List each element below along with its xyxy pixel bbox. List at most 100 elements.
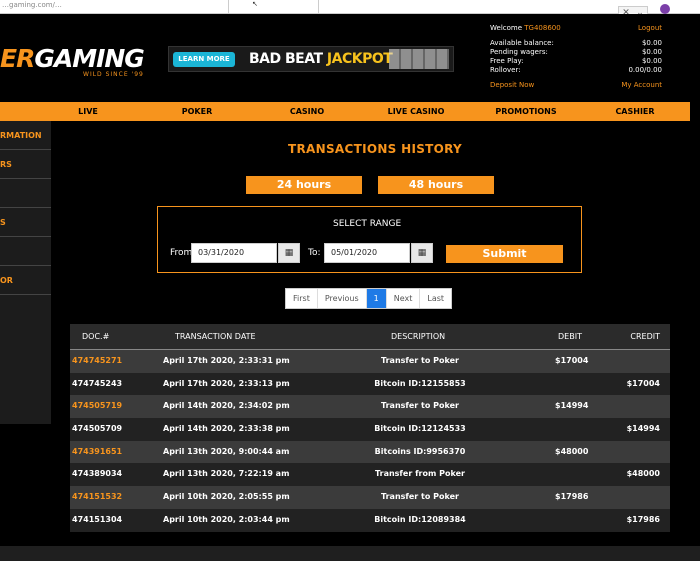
credit-amount: $48000 (626, 469, 660, 479)
doc-number-link[interactable]: 474391651 (72, 441, 122, 464)
debit-amount: $48000 (555, 446, 589, 456)
nav-cashier[interactable]: CASHIER (610, 102, 660, 121)
submit-button[interactable]: Submit (446, 245, 563, 263)
debit-amount: $17986 (555, 492, 589, 502)
bad-beat-jackpot-text: BAD BEAT JACKPOT (249, 51, 393, 67)
site-header: ERGAMING WILD SINCE '99 LEARN MORE BAD B… (0, 14, 700, 102)
transaction-description: Bitcoin ID:12089384 (374, 514, 466, 524)
table-header: DOC.# TRANSACTION DATE DESCRIPTION DEBIT… (70, 324, 670, 350)
table-row: 474505719 April 14th 2020, 2:34:02 pm Tr… (70, 395, 670, 419)
sidebar-item-5[interactable] (0, 237, 51, 266)
freeplay-value: $0.00 (641, 57, 662, 65)
logo-wordmark: ERGAMING (0, 44, 145, 73)
transaction-date: April 13th 2020, 9:00:44 am (163, 446, 290, 456)
credit-amount: $17986 (626, 514, 660, 524)
transaction-date: April 10th 2020, 2:05:55 pm (163, 492, 290, 502)
doc-number: 474745243 (72, 378, 123, 388)
nav-live-betting[interactable]: LIVE BETTING (58, 102, 118, 140)
sidebar-item-3[interactable] (0, 179, 51, 208)
sidebar-item-4[interactable]: S (0, 208, 51, 237)
transaction-date: April 17th 2020, 2:33:31 pm (163, 356, 290, 365)
from-calendar-icon[interactable]: ▦ (278, 243, 300, 263)
to-calendar-icon[interactable]: ▦ (411, 243, 433, 263)
balance-value: $0.00 (641, 39, 662, 47)
username: TG408600 (524, 24, 561, 32)
page-title: TRANSACTIONS HISTORY (288, 142, 463, 156)
pagination: First Previous 1 Next Last (285, 288, 453, 309)
doc-number: 474505709 (72, 424, 123, 434)
table-row: 474745243 April 17th 2020, 2:33:13 pm Bi… (70, 372, 670, 396)
credit-amount: $17004 (626, 378, 660, 388)
pending-label: Pending wagers: (490, 48, 548, 56)
pending-value: $0.00 (641, 48, 662, 56)
doc-number-link[interactable]: 474745271 (72, 350, 122, 373)
transaction-date: April 14th 2020, 2:34:02 pm (163, 401, 290, 411)
rollover-value: 0.00/0.00 (628, 66, 662, 74)
account-summary: Welcome TG408600 Logout Available balanc… (490, 24, 662, 90)
debit-amount: $17004 (555, 356, 589, 365)
nav-poker[interactable]: POKER (172, 102, 222, 121)
tab-divider (228, 0, 229, 14)
doc-number-link[interactable]: 474505719 (72, 395, 122, 418)
page-previous-button[interactable]: Previous (318, 289, 367, 308)
nav-casino[interactable]: CASINO (280, 102, 334, 121)
column-credit: CREDIT (630, 332, 660, 341)
to-date-input[interactable]: 05/01/2020 (324, 243, 410, 263)
transaction-date: April 17th 2020, 2:33:13 pm (163, 378, 290, 388)
range-24-hours-button[interactable]: 24 hours (246, 176, 362, 194)
transactions-table: DOC.# TRANSACTION DATE DESCRIPTION DEBIT… (70, 324, 670, 532)
from-date-input[interactable]: 03/31/2020 (191, 243, 277, 263)
playing-cards-icon (389, 49, 449, 69)
profile-avatar-icon[interactable] (660, 4, 670, 14)
transaction-description: Transfer to Poker (381, 492, 459, 502)
table-row: 474151532 April 10th 2020, 2:05:55 pm Tr… (70, 486, 670, 509)
range-48-hours-button[interactable]: 48 hours (378, 176, 494, 194)
deposit-now-link[interactable]: Deposit Now (490, 81, 534, 90)
column-debit: DEBIT (558, 332, 582, 341)
rollover-label: Rollover: (490, 66, 521, 74)
learn-more-button[interactable]: LEARN MORE (173, 52, 235, 67)
transaction-date: April 14th 2020, 2:33:38 pm (163, 424, 290, 434)
jackpot-banner[interactable]: LEARN MORE BAD BEAT JACKPOT (168, 46, 454, 72)
transaction-date: April 13th 2020, 7:22:19 am (163, 469, 290, 479)
transaction-description: Bitcoin ID:12155853 (374, 378, 466, 388)
page-first-button[interactable]: First (286, 289, 318, 308)
browser-address-strip: …gaming.com/… ↖ (0, 0, 700, 14)
page-1-button[interactable]: 1 (366, 289, 387, 308)
doc-number: 474389034 (72, 469, 123, 479)
column-transaction-date: TRANSACTION DATE (175, 332, 256, 341)
doc-number: 474151304 (72, 514, 123, 524)
logout-link[interactable]: Logout (638, 24, 662, 33)
table-row: 474505709 April 14th 2020, 2:33:38 pm Bi… (70, 418, 670, 441)
table-row: 474389034 April 13th 2020, 7:22:19 am Tr… (70, 463, 670, 487)
transaction-description: Transfer to Poker (381, 401, 459, 411)
tab-divider (318, 0, 319, 14)
to-label: To: (308, 248, 321, 258)
sidebar-item-2[interactable]: RS (0, 150, 51, 179)
from-label: From (170, 248, 193, 258)
table-row: 474391651 April 13th 2020, 9:00:44 am Bi… (70, 440, 670, 464)
browser-url[interactable]: …gaming.com/… (2, 1, 62, 9)
page-next-button[interactable]: Next (387, 289, 421, 308)
select-range-title: SELECT RANGE (333, 219, 402, 229)
nav-promotions[interactable]: PROMOTIONS (492, 102, 560, 121)
welcome-text: Welcome TG408600 (490, 24, 561, 32)
select-range-panel: SELECT RANGE From 03/31/2020 ▦ To: 05/01… (157, 206, 582, 273)
sidebar-item-6[interactable]: OR (0, 266, 51, 295)
balance-label: Available balance: (490, 39, 554, 47)
page-last-button[interactable]: Last (420, 289, 451, 308)
sidebar-item-information[interactable]: RMATION (0, 121, 51, 150)
transaction-description: Transfer from Poker (375, 469, 465, 479)
table-row: 474745271 April 17th 2020, 2:33:31 pm Tr… (70, 350, 670, 373)
site-logo[interactable]: ERGAMING WILD SINCE '99 (0, 44, 145, 78)
doc-number-link[interactable]: 474151532 (72, 486, 122, 509)
freeplay-label: Free Play: (490, 57, 524, 65)
transaction-description: Bitcoins ID:9956370 (374, 446, 466, 456)
cursor-icon: ↖ (252, 0, 258, 8)
account-sidebar: RMATION RS S OR (0, 121, 51, 424)
table-row: 474151304 April 10th 2020, 2:03:44 pm Bi… (70, 508, 670, 532)
my-account-link[interactable]: My Account (621, 81, 662, 90)
nav-live-casino[interactable]: LIVE CASINO (385, 102, 447, 121)
transaction-description: Transfer to Poker (381, 356, 459, 365)
credit-amount: $14994 (626, 424, 660, 434)
